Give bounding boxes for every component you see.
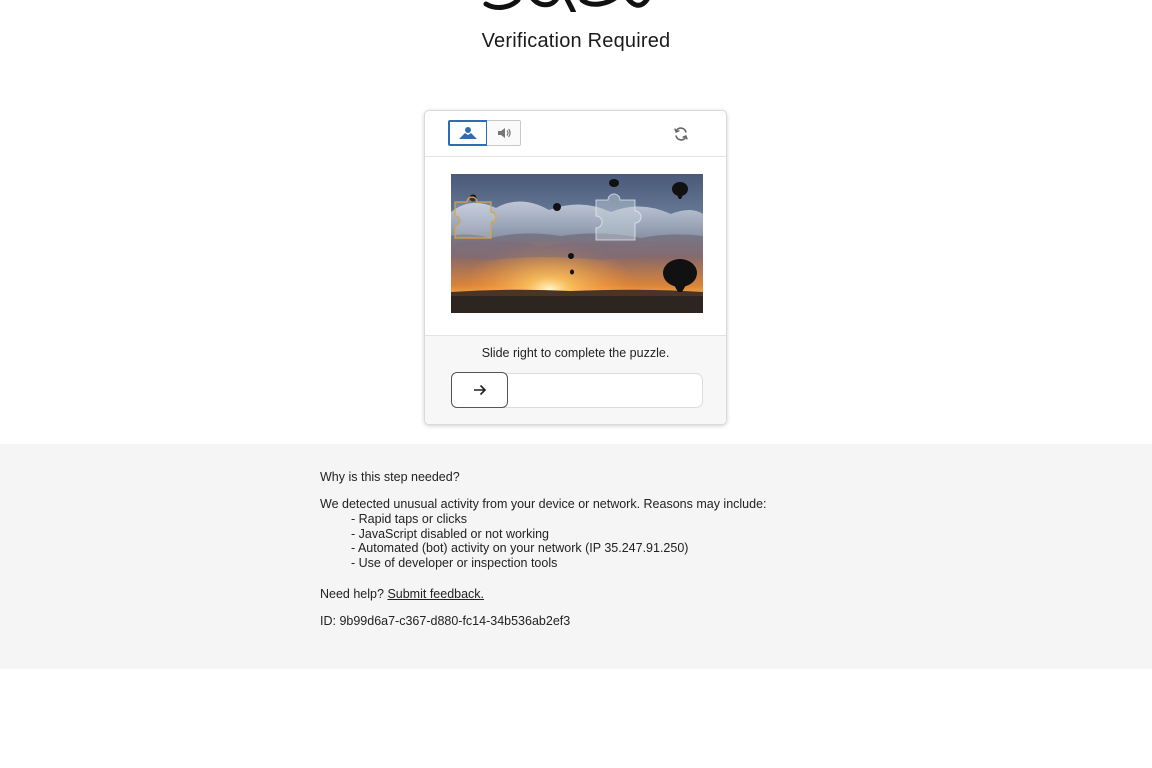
- reasons-list: - Rapid taps or clicks - JavaScript disa…: [320, 512, 920, 570]
- page-title: Verification Required: [481, 30, 671, 52]
- info-section: Why is this step needed? We detected unu…: [0, 444, 1152, 669]
- arrow-right-icon: [473, 384, 486, 396]
- list-item: - Rapid taps or clicks: [351, 512, 468, 526]
- captcha-header: [425, 111, 726, 157]
- slider-handle[interactable]: [451, 372, 508, 408]
- request-id: ID: 9b99d6a7-c367-d880-fc14-34b536ab2ef3: [320, 614, 571, 628]
- list-item: - Use of developer or inspection tools: [351, 555, 558, 570]
- image-icon: [459, 127, 477, 139]
- image-mode-button[interactable]: [448, 120, 488, 146]
- puzzle-image: [451, 174, 703, 313]
- captcha-footer: Slide right to complete the puzzle.: [425, 335, 726, 424]
- speaker-icon: [497, 128, 511, 138]
- verification-page: Verification Required Slide right to com…: [0, 0, 1152, 768]
- submit-feedback-link[interactable]: Submit feedback.: [387, 587, 484, 601]
- reasons-intro: We detected unusual activity from your d…: [320, 497, 767, 511]
- refresh-icon: [674, 127, 688, 141]
- help-line: Need help? Submit feedback.: [320, 587, 920, 602]
- help-prefix: Need help?: [320, 587, 384, 601]
- list-item: - Automated (bot) activity on your netwo…: [351, 541, 689, 555]
- brand-logo: [483, 0, 650, 12]
- audio-mode-button[interactable]: [487, 120, 521, 146]
- info-content: Why is this step needed? We detected unu…: [320, 470, 920, 629]
- puzzle-instruction: Slide right to complete the puzzle.: [481, 346, 670, 360]
- why-heading: Why is this step needed?: [320, 470, 460, 484]
- captcha-widget: Slide right to complete the puzzle.: [424, 110, 727, 425]
- list-item: - JavaScript disabled or not working: [351, 526, 550, 541]
- refresh-button[interactable]: [670, 123, 692, 145]
